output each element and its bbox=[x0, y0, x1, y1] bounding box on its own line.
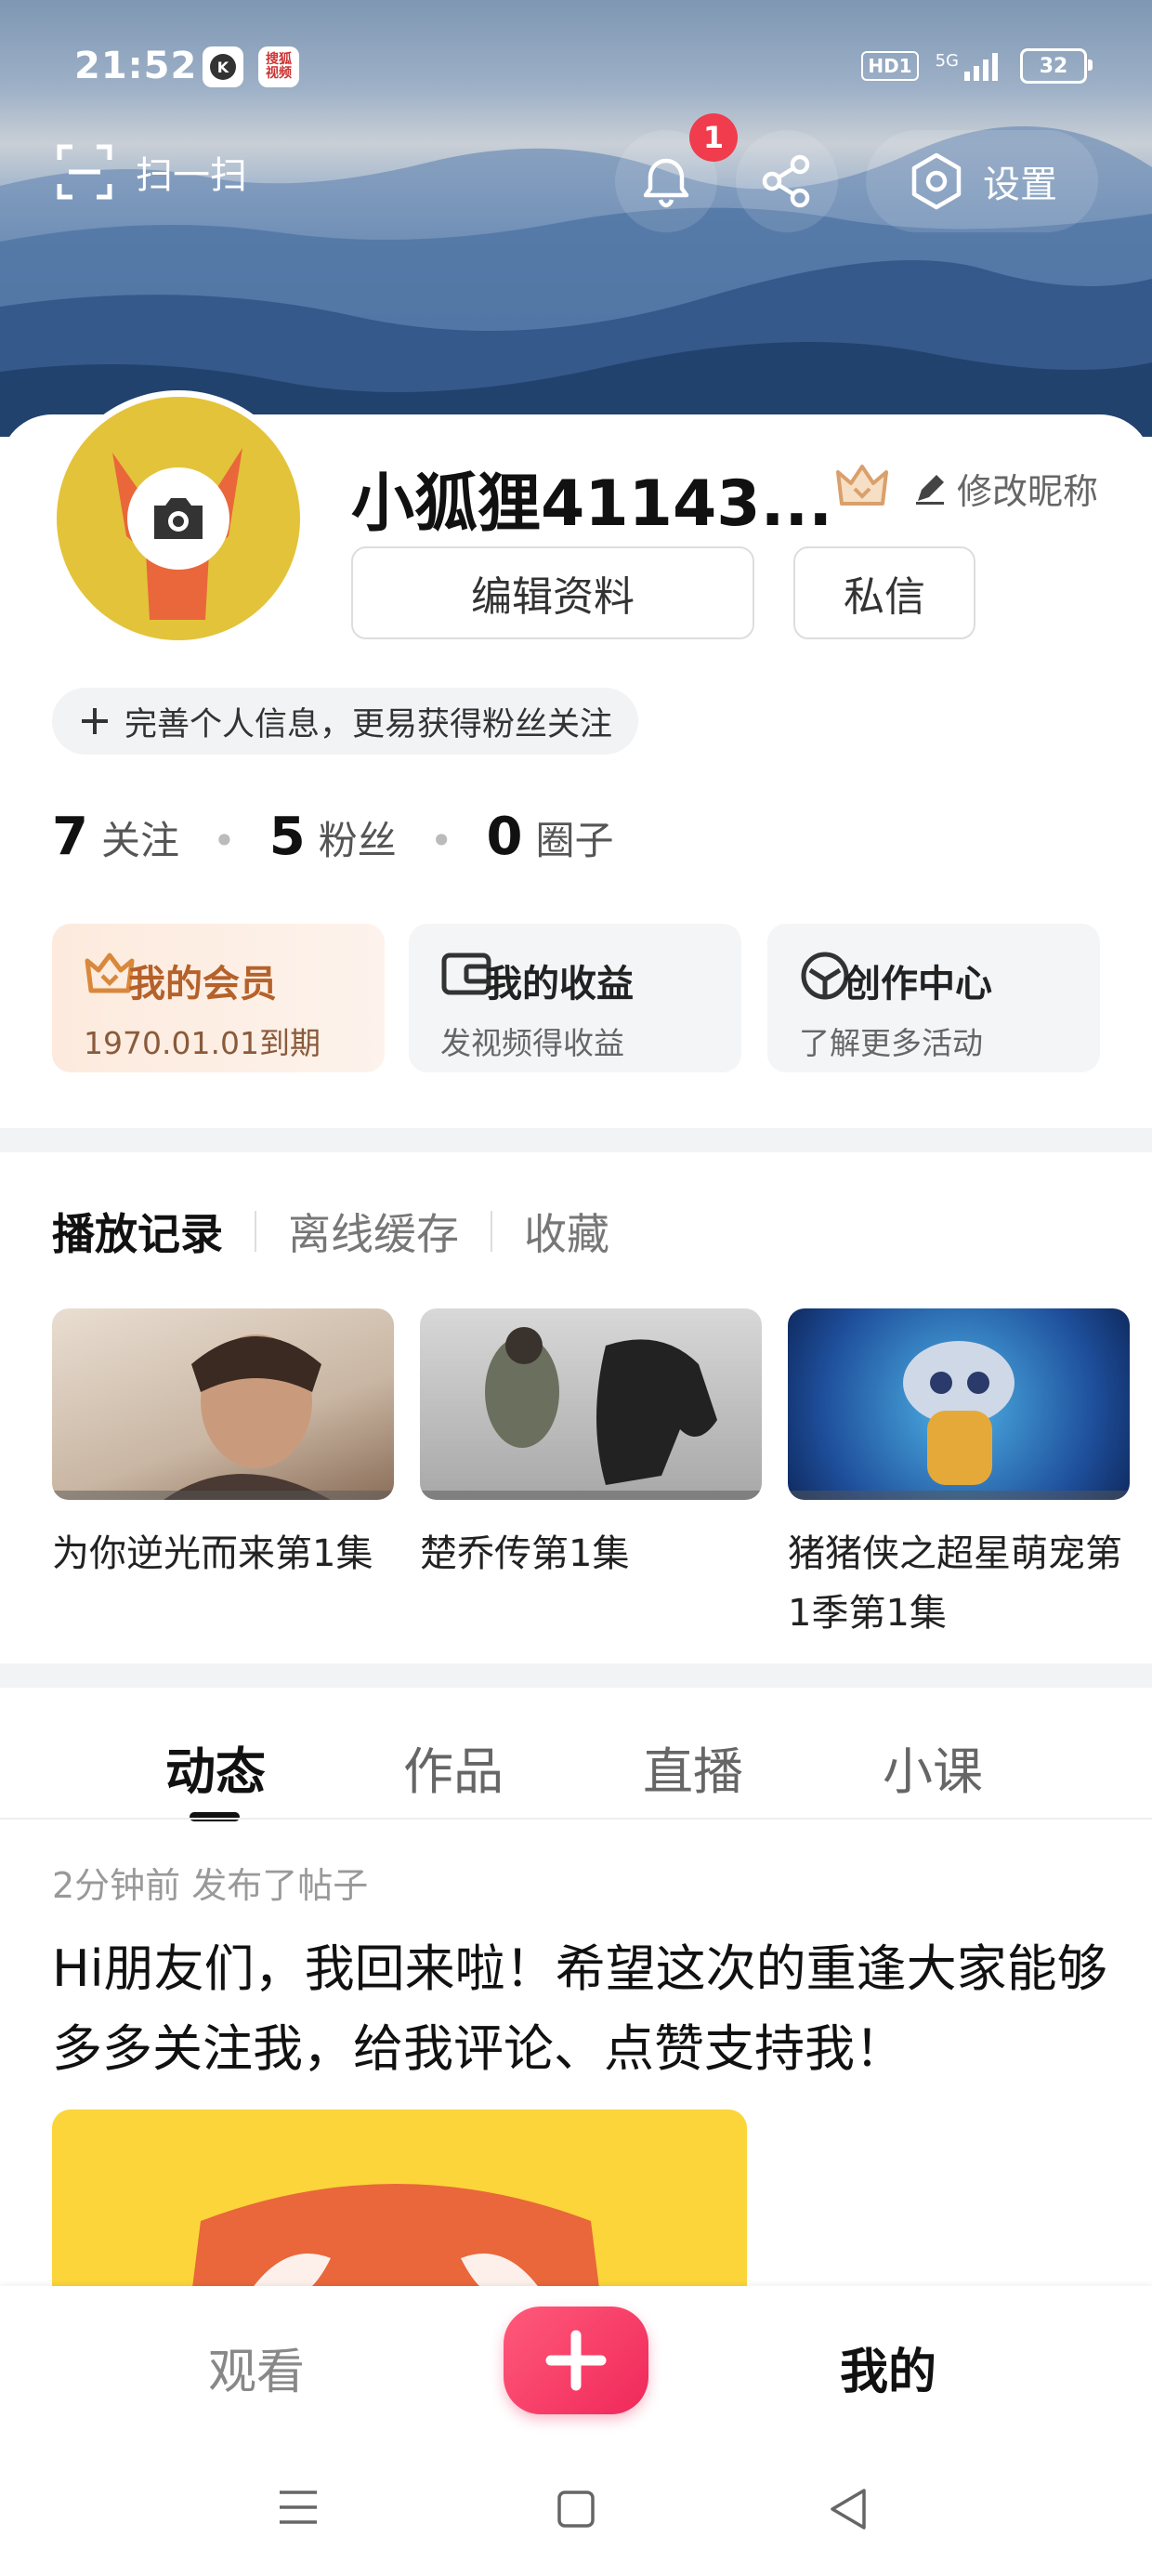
back-icon[interactable] bbox=[827, 2487, 870, 2531]
creation-subtitle: 了解更多活动 bbox=[799, 1025, 983, 1061]
nickname: 小狐狸41143... bbox=[351, 467, 833, 541]
following-label: 关注 bbox=[100, 818, 179, 863]
app-notification-icon: K bbox=[203, 46, 243, 87]
vip-membership-card[interactable]: 我的会员 1970.01.01到期 bbox=[52, 924, 385, 1072]
home-icon[interactable] bbox=[556, 2489, 596, 2530]
status-bar: 21:52 K 搜狐 视频 HD1 5G 32 bbox=[0, 0, 1152, 139]
notification-badge: 1 bbox=[689, 113, 738, 162]
sohu-video-icon: 搜狐 视频 bbox=[258, 46, 299, 87]
fans-label: 粉丝 bbox=[318, 818, 397, 863]
creation-title: 创作中心 bbox=[844, 963, 992, 1005]
system-navigation-bar bbox=[0, 2442, 1152, 2576]
edit-nickname-button[interactable]: 修改昵称 bbox=[912, 463, 1098, 514]
menu-icon[interactable] bbox=[277, 2489, 320, 2526]
tab-lessons[interactable]: 小课 bbox=[883, 1730, 983, 1804]
stats-row: 7 关注 • 5 粉丝 • 0 圈子 bbox=[52, 807, 614, 867]
camera-icon bbox=[154, 498, 203, 539]
scan-icon bbox=[57, 144, 112, 200]
creation-center-card[interactable]: 创作中心 了解更多活动 bbox=[767, 924, 1100, 1072]
tab-divider bbox=[0, 1818, 1152, 1820]
post-meta: 2分钟前 发布了帖子 bbox=[52, 1865, 369, 1906]
settings-button[interactable]: 设置 bbox=[866, 130, 1098, 232]
active-tab-indicator bbox=[190, 1812, 240, 1821]
circles-stat[interactable]: 0 圈子 bbox=[487, 807, 614, 867]
post-text[interactable]: Hi朋友们，我回来啦！希望这次的重逢大家能够多多关注我，给我评论、点赞支持我！ bbox=[52, 1929, 1111, 2089]
share-button[interactable] bbox=[736, 130, 838, 232]
publish-button[interactable] bbox=[504, 2307, 648, 2414]
complete-profile-hint[interactable]: 完善个人信息，更易获得粉丝关注 bbox=[52, 688, 639, 755]
settings-icon bbox=[911, 152, 962, 210]
vip-crown-icon bbox=[832, 459, 892, 515]
fans-stat[interactable]: 5 粉丝 bbox=[269, 807, 397, 867]
plus-icon bbox=[545, 2330, 607, 2391]
video-thumbnail[interactable] bbox=[52, 1308, 394, 1500]
avatar[interactable] bbox=[50, 390, 307, 647]
vip-title: 我的会员 bbox=[128, 963, 277, 1005]
video-thumbnail[interactable] bbox=[420, 1308, 762, 1500]
tab-play-history[interactable]: 播放记录 bbox=[52, 1201, 223, 1262]
tab-live[interactable]: 直播 bbox=[643, 1730, 743, 1804]
separator-dot: • bbox=[212, 818, 236, 863]
post-image[interactable] bbox=[52, 2109, 747, 2295]
earnings-title: 我的收益 bbox=[485, 963, 634, 1005]
scan-button[interactable]: 扫一扫 bbox=[56, 143, 247, 201]
pencil-icon bbox=[916, 474, 944, 505]
history-tabs: 播放记录 离线缓存 收藏 bbox=[52, 1201, 609, 1262]
message-button[interactable]: 私信 bbox=[793, 546, 975, 639]
tab-works[interactable]: 作品 bbox=[403, 1730, 504, 1804]
clock: 21:52 bbox=[74, 45, 198, 87]
edit-profile-button[interactable]: 编辑资料 bbox=[351, 546, 754, 639]
section-divider bbox=[0, 1663, 1152, 1688]
tab-offline-cache[interactable]: 离线缓存 bbox=[288, 1201, 459, 1262]
nav-mine[interactable]: 我的 bbox=[840, 2333, 936, 2402]
plus-icon bbox=[82, 708, 108, 734]
battery-icon: 32 bbox=[1020, 48, 1093, 84]
following-count: 7 bbox=[52, 807, 88, 867]
edit-nickname-label: 修改昵称 bbox=[957, 471, 1099, 512]
settings-label: 设置 bbox=[983, 164, 1057, 206]
tab-feed[interactable]: 动态 bbox=[165, 1730, 266, 1804]
vip-expiry: 1970.01.01到期 bbox=[84, 1025, 321, 1061]
video-thumbnail[interactable] bbox=[788, 1308, 1130, 1500]
earnings-card[interactable]: 我的收益 发视频得收益 bbox=[409, 924, 741, 1072]
tab-favorites[interactable]: 收藏 bbox=[524, 1201, 609, 1262]
circles-count: 0 bbox=[486, 807, 523, 867]
tab-separator bbox=[491, 1211, 492, 1252]
share-icon bbox=[762, 154, 810, 208]
fans-count: 5 bbox=[268, 807, 306, 867]
video-title[interactable]: 楚乔传第1集 bbox=[420, 1524, 773, 1584]
profile-content-tabs: 动态 作品 直播 小课 bbox=[0, 1730, 1152, 1820]
earnings-subtitle: 发视频得收益 bbox=[440, 1025, 624, 1061]
video-title[interactable]: 猪猪侠之超星萌宠第1季第1集 bbox=[788, 1524, 1122, 1643]
following-stat[interactable]: 7 关注 bbox=[52, 807, 179, 867]
circles-label: 圈子 bbox=[535, 818, 614, 863]
separator-dot: • bbox=[429, 818, 453, 863]
bell-icon bbox=[643, 158, 689, 208]
svg-text:K: K bbox=[217, 59, 229, 76]
video-title[interactable]: 为你逆光而来第1集 bbox=[52, 1524, 405, 1584]
hd-voice-indicator: HD1 bbox=[861, 51, 919, 81]
signal-icon: 5G bbox=[936, 51, 1003, 81]
section-divider bbox=[0, 1128, 1152, 1152]
change-avatar-button[interactable] bbox=[127, 467, 229, 570]
bottom-navigation: 观看 我的 bbox=[0, 2286, 1152, 2442]
nav-watch[interactable]: 观看 bbox=[208, 2333, 305, 2402]
top-toolbar: 扫一扫 1 设置 bbox=[0, 113, 1152, 232]
tab-separator bbox=[255, 1211, 256, 1252]
hint-text: 完善个人信息，更易获得粉丝关注 bbox=[124, 705, 613, 743]
scan-label: 扫一扫 bbox=[136, 154, 247, 197]
network-type: 5G bbox=[935, 51, 959, 71]
